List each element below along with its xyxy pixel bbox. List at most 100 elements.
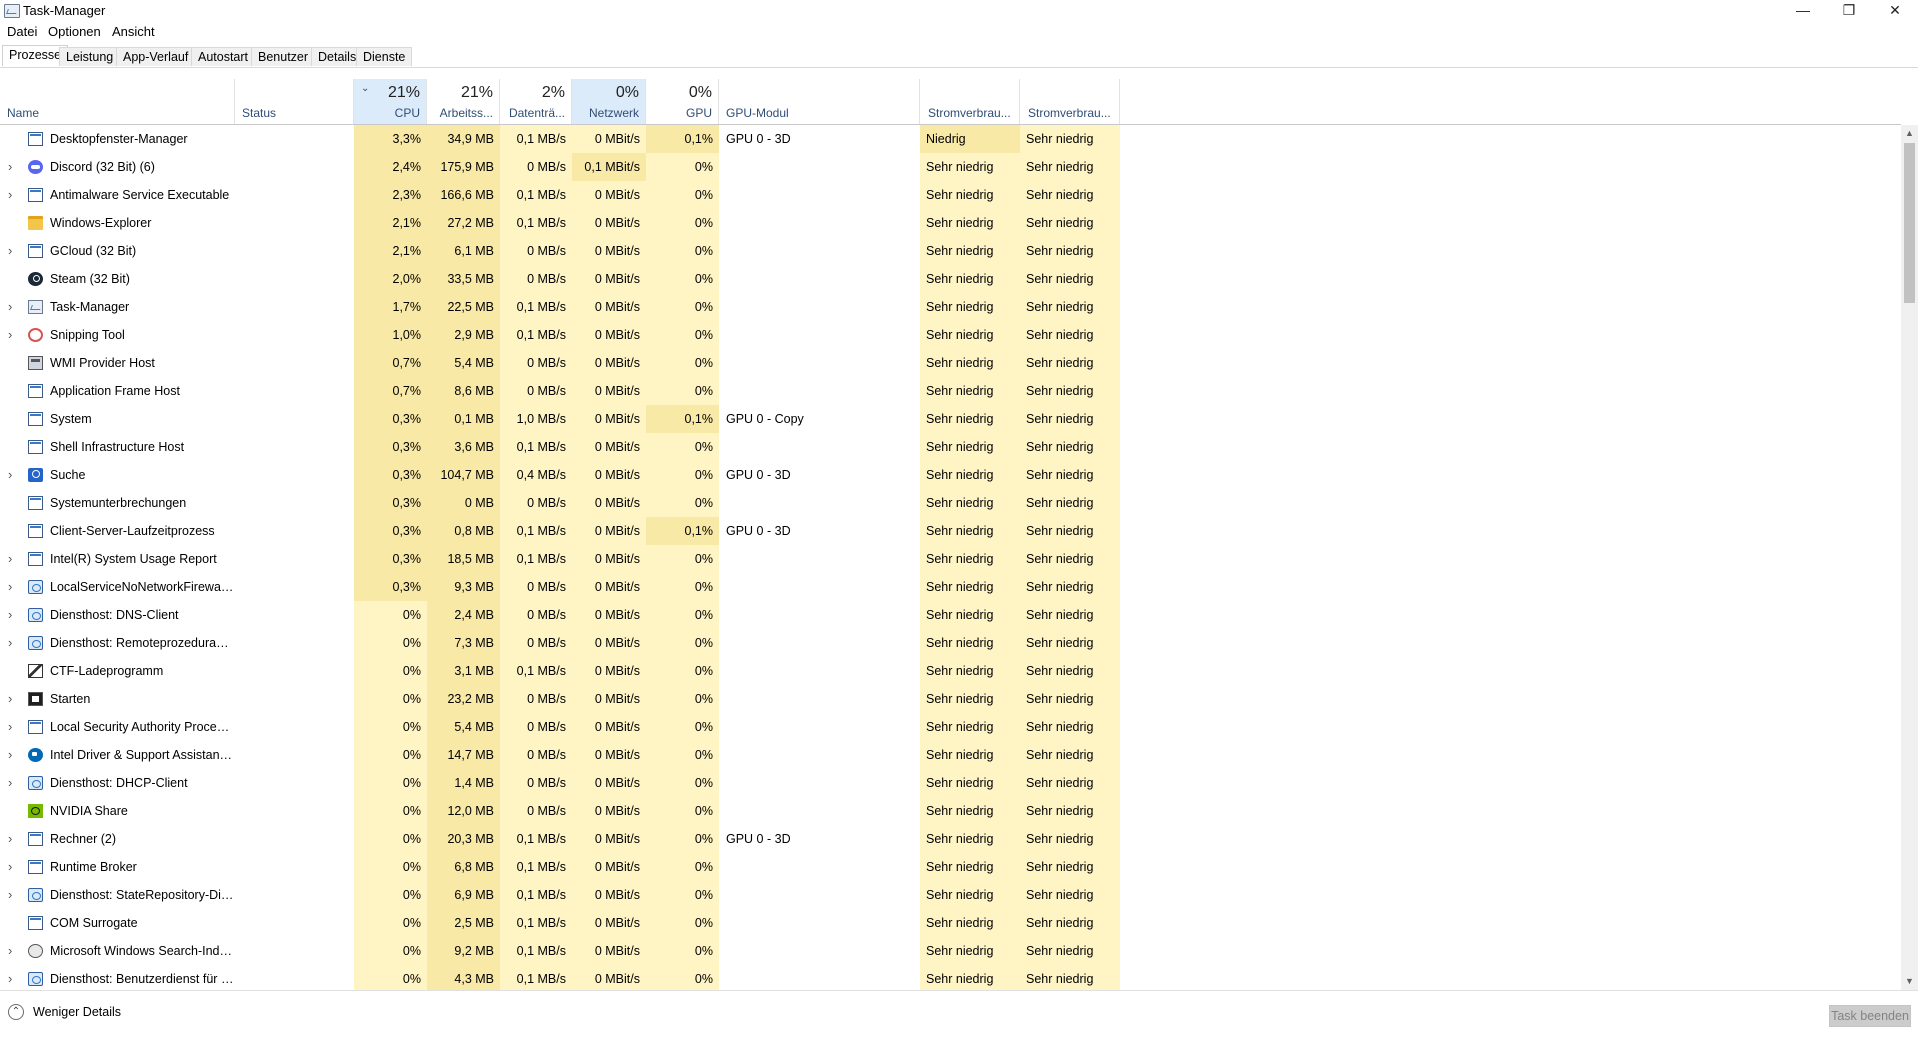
minimize-button[interactable]: — [1780,0,1826,22]
process-name: Rechner (2) [50,832,116,846]
expand-chevron-icon[interactable]: › [8,769,12,797]
header-power-trend[interactable]: Stromverbrau... [1020,79,1120,124]
process-row[interactable]: Steam (32 Bit) 2,0% 33,5 MB 0 MB/s 0 MBit/s 0… [0,265,1120,293]
expand-chevron-icon[interactable]: › [8,601,12,629]
expand-chevron-icon[interactable]: › [8,629,12,657]
process-row[interactable]: › Intel(R) System Usage Report 0,3% 18,5 MB… [0,545,1120,573]
process-row[interactable]: Shell Infrastructure Host 0,3% 3,6 MB 0,1 M… [0,433,1120,461]
process-power-cell: Sehr niedrig [920,545,1020,573]
vertical-scrollbar[interactable]: ▲ ▼ [1901,125,1918,990]
process-row[interactable]: WMI Provider Host 0,7% 5,4 MB 0 MB/s 0 MBit/… [0,349,1120,377]
process-trend-cell: Sehr niedrig [1020,797,1120,825]
tab-app-verlauf[interactable]: App-Verlauf [116,47,196,66]
process-row[interactable]: › Microsoft Windows Search-Inde... 0% 9,2 M… [0,937,1120,965]
process-row[interactable]: › Diensthost: Benutzerdienst für d... 0% 4,… [0,965,1120,990]
menu-datei[interactable]: Datei [7,24,37,39]
process-row[interactable]: › Antimalware Service Executable 2,3% 166,6… [0,181,1120,209]
expand-chevron-icon[interactable]: › [8,853,12,881]
process-row[interactable]: › Task-Manager 1,7% 22,5 MB 0,1 MB/s 0 MBit/s… [0,293,1120,321]
process-row[interactable]: › Intel Driver & Support Assistant ... 0% 1… [0,741,1120,769]
process-name: Desktopfenster-Manager [50,132,188,146]
expand-chevron-icon[interactable]: › [8,461,12,489]
expand-chevron-icon[interactable]: › [8,965,12,990]
process-power-cell: Sehr niedrig [920,153,1020,181]
process-power-cell: Sehr niedrig [920,629,1020,657]
scroll-thumb[interactable] [1904,143,1915,303]
restore-button[interactable]: ❐ [1826,0,1872,22]
process-trend-cell: Sehr niedrig [1020,433,1120,461]
expand-chevron-icon[interactable]: › [8,881,12,909]
process-row[interactable]: › Diensthost: DNS-Client 0% 2,4 MB 0 MB/s 0 M… [0,601,1120,629]
process-row[interactable]: › LocalServiceNoNetworkFirewall ... 0,3% 9,… [0,573,1120,601]
process-row[interactable]: NVIDIA Share 0% 12,0 MB 0 MB/s 0 MBit/s 0% Seh… [0,797,1120,825]
tab-leistung[interactable]: Leistung [59,47,121,66]
process-disk-cell: 0 MB/s [500,797,572,825]
expand-chevron-icon[interactable]: › [8,181,12,209]
header-gpu-engine[interactable]: GPU-Modul [719,79,920,124]
process-power-cell: Sehr niedrig [920,909,1020,937]
process-net-cell: 0 MBit/s [572,209,646,237]
process-disk-cell: 0 MB/s [500,713,572,741]
expand-chevron-icon[interactable]: › [8,825,12,853]
process-disk-cell: 0,1 MB/s [500,545,572,573]
process-row[interactable]: › Suche 0,3% 104,7 MB 0,4 MB/s 0 MBit/s 0% GPU … [0,461,1120,489]
process-engine-cell [719,601,920,629]
process-row[interactable]: › Diensthost: StateRepository-Die... 0% 6,9… [0,881,1120,909]
gear-icon [28,580,43,594]
process-row[interactable]: › Diensthost: Remoteprozeduraufr... 0% 7,3 … [0,629,1120,657]
process-row[interactable]: Client-Server-Laufzeitprozess 0,3% 0,8 MB 0… [0,517,1120,545]
process-row[interactable]: › Snipping Tool 1,0% 2,9 MB 0,1 MB/s 0 MBit/s… [0,321,1120,349]
header-power[interactable]: Stromverbrau... [920,79,1020,124]
header-status[interactable]: Status [235,79,354,124]
tab-benutzer[interactable]: Benutzer [251,47,316,66]
scroll-down-icon[interactable]: ▼ [1901,973,1918,990]
process-trend-cell: Sehr niedrig [1020,293,1120,321]
tab-autostart[interactable]: Autostart [191,47,256,66]
expand-chevron-icon[interactable]: › [8,713,12,741]
header-gpu[interactable]: 0% GPU [646,79,719,124]
expand-chevron-icon[interactable]: › [8,153,12,181]
expand-chevron-icon[interactable]: › [8,237,12,265]
process-mem-cell: 6,1 MB [427,237,500,265]
process-row[interactable]: › Rechner (2) 0% 20,3 MB 0,1 MB/s 0 MBit/s 0% G… [0,825,1120,853]
expand-chevron-icon[interactable]: › [8,685,12,713]
process-row[interactable]: › Diensthost: DHCP-Client 0% 1,4 MB 0 MB/s 0 … [0,769,1120,797]
process-row[interactable]: › GCloud (32 Bit) 2,1% 6,1 MB 0 MB/s 0 MBit/s… [0,237,1120,265]
header-disk[interactable]: 2% Datenträ... [500,79,572,124]
process-row[interactable]: COM Surrogate 0% 2,5 MB 0,1 MB/s 0 MBit/s 0% S… [0,909,1120,937]
header-network[interactable]: 0% Netzwerk [572,79,646,124]
process-row[interactable]: › Discord (32 Bit) (6) 2,4% 175,9 MB 0 MB/s 0… [0,153,1120,181]
process-mem-cell: 166,6 MB [427,181,500,209]
expand-chevron-icon[interactable]: › [8,573,12,601]
expand-chevron-icon[interactable]: › [8,937,12,965]
process-row[interactable]: System 0,3% 0,1 MB 1,0 MB/s 0 MBit/s 0,1% GPU … [0,405,1120,433]
expand-chevron-icon[interactable]: › [8,545,12,573]
process-mem-cell: 33,5 MB [427,265,500,293]
process-row[interactable]: Systemunterbrechungen 0,3% 0 MB 0 MB/s 0 MBi… [0,489,1120,517]
header-memory[interactable]: 21% Arbeitss... [427,79,500,124]
gear-icon [28,972,43,986]
process-row[interactable]: Application Frame Host 0,7% 8,6 MB 0 MB/s 0 … [0,377,1120,405]
expand-chevron-icon[interactable]: › [8,293,12,321]
expand-chevron-icon[interactable]: › [8,321,12,349]
column-header: Name Status ⌄ 21% CPU 21% Arbeitss... 2%… [0,79,1120,124]
process-row[interactable]: › Runtime Broker 0% 6,8 MB 0,1 MB/s 0 MBit/s 0… [0,853,1120,881]
menu-ansicht[interactable]: Ansicht [112,24,155,39]
expand-chevron-icon[interactable]: › [8,741,12,769]
process-row[interactable]: › Local Security Authority Process... 0% 5,… [0,713,1120,741]
process-row[interactable]: › Starten 0% 23,2 MB 0 MB/s 0 MBit/s 0% Sehr ni… [0,685,1120,713]
menu-optionen[interactable]: Optionen [48,24,101,39]
end-task-button[interactable]: Task beenden [1829,1005,1911,1027]
scroll-up-icon[interactable]: ▲ [1901,125,1918,142]
taskmgr-icon [28,300,43,314]
process-trend-cell: Sehr niedrig [1020,517,1120,545]
process-row[interactable]: Desktopfenster-Manager 3,3% 34,9 MB 0,1 MB/… [0,125,1120,153]
close-button[interactable]: ✕ [1872,0,1918,22]
header-name[interactable]: Name [0,79,235,124]
process-trend-cell: Sehr niedrig [1020,937,1120,965]
process-row[interactable]: Windows-Explorer 2,1% 27,2 MB 0,1 MB/s 0 MBi… [0,209,1120,237]
tab-dienste[interactable]: Dienste [356,47,413,66]
process-row[interactable]: CTF-Ladeprogramm 0% 3,1 MB 0,1 MB/s 0 MBit/s… [0,657,1120,685]
header-cpu[interactable]: ⌄ 21% CPU [354,79,427,124]
process-disk-cell: 0 MB/s [500,349,572,377]
